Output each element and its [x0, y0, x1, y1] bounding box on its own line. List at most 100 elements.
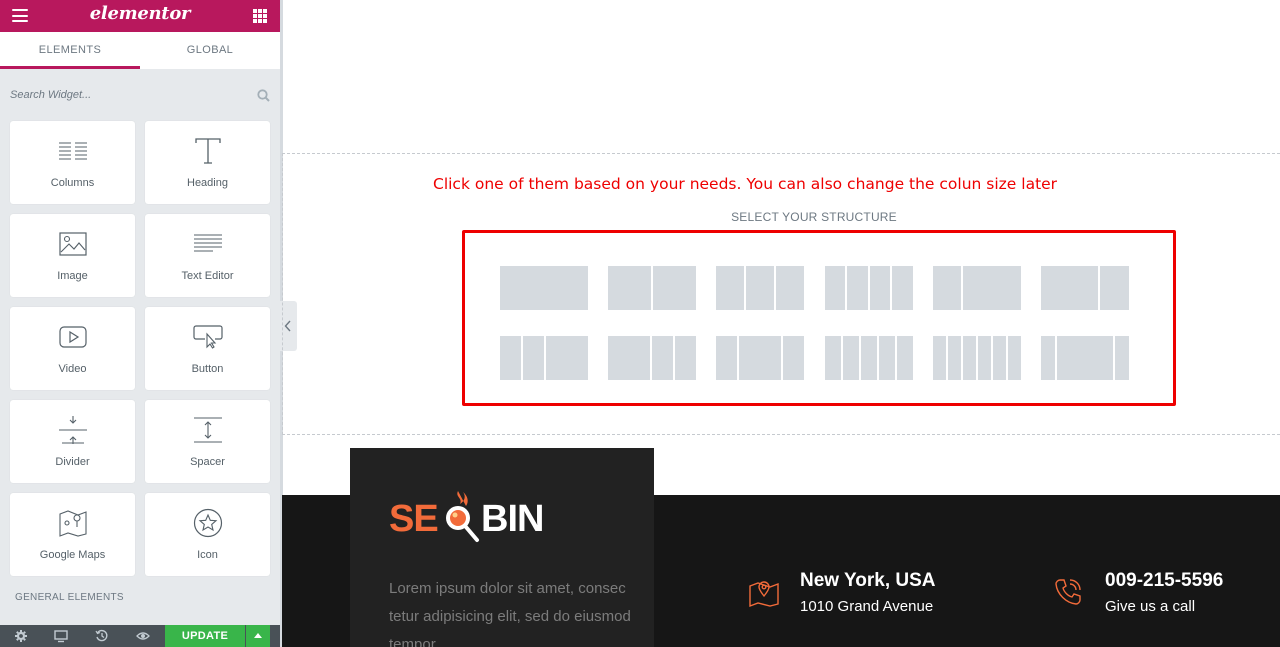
brand-suffix: BIN — [481, 498, 544, 540]
update-options-button[interactable] — [246, 625, 270, 647]
columns-icon — [58, 142, 87, 160]
phone-icon — [1055, 579, 1081, 605]
sidebar-tabs: ELEMENTS GLOBAL — [0, 32, 280, 69]
widget-spacer[interactable]: Spacer — [145, 400, 270, 483]
tab-global[interactable]: GLOBAL — [140, 32, 280, 69]
widget-label: Columns — [50, 177, 95, 189]
responsive-icon[interactable] — [54, 629, 68, 643]
preset-column — [824, 336, 841, 380]
preset-column — [1100, 266, 1129, 310]
widget-divider[interactable]: Divider — [10, 400, 135, 483]
preset-column — [546, 336, 588, 380]
structure-preset-three-columns-25-50-25[interactable] — [716, 336, 805, 380]
preset-column — [932, 336, 946, 380]
widget-grid: Columns Heading Image Text Editor Video … — [10, 121, 270, 576]
preset-column — [992, 336, 1006, 380]
widget-text-editor[interactable]: Text Editor — [145, 214, 270, 297]
widget-label: Heading — [187, 177, 228, 189]
preset-column — [500, 336, 521, 380]
widget-google-maps[interactable]: Google Maps — [10, 493, 135, 576]
preset-column — [963, 266, 1021, 310]
preset-column — [523, 336, 544, 380]
preset-column — [500, 266, 588, 310]
widget-label: Text Editor — [181, 270, 234, 282]
structure-preset-two-columns-66-33[interactable] — [1041, 266, 1129, 310]
preset-column — [716, 336, 738, 380]
preset-column — [746, 266, 775, 310]
divider-icon — [58, 416, 87, 444]
select-structure-title: SELECT YOUR STRUCTURE — [731, 210, 897, 224]
preset-column — [653, 266, 697, 310]
preset-column — [860, 336, 877, 380]
preset-column — [608, 266, 652, 310]
widget-video[interactable]: Video — [10, 307, 135, 390]
preset-column — [896, 336, 913, 380]
spacer-icon — [193, 417, 222, 443]
widget-heading[interactable]: Heading — [145, 121, 270, 204]
preset-column — [892, 266, 913, 310]
structure-preset-three-columns-50-25-25[interactable] — [608, 336, 697, 380]
widget-icon[interactable]: Icon — [145, 493, 270, 576]
general-elements-heading: GENERAL ELEMENTS — [15, 592, 124, 603]
structure-preset-five-columns[interactable] — [824, 336, 913, 380]
structure-preset-three-columns-16-66-16[interactable] — [1041, 336, 1129, 380]
structure-preset-six-columns[interactable] — [932, 336, 1021, 380]
contact-phone-subtitle: Give us a call — [1105, 598, 1196, 615]
structure-preset-two-columns-33-66[interactable] — [932, 266, 1021, 310]
sidebar-header: elementor — [0, 0, 280, 32]
widget-columns[interactable]: Columns — [10, 121, 135, 204]
button-icon — [192, 325, 223, 349]
star-icon — [193, 508, 222, 538]
widget-image[interactable]: Image — [10, 214, 135, 297]
preset-column — [1041, 266, 1099, 310]
widget-label: Divider — [55, 456, 90, 468]
seobin-logo: SE BIN — [389, 488, 564, 552]
structure-preset-three-columns[interactable] — [716, 266, 805, 310]
structure-preset-two-columns[interactable] — [608, 266, 697, 310]
preset-column — [878, 336, 895, 380]
brand-prefix: SE — [389, 498, 439, 540]
preset-column — [962, 336, 976, 380]
widget-button[interactable]: Button — [145, 307, 270, 390]
widget-label: Video — [58, 363, 87, 375]
structure-preset-four-columns[interactable] — [824, 266, 913, 310]
preset-column — [1041, 336, 1055, 380]
widget-label: Image — [57, 270, 88, 282]
widget-label: Google Maps — [39, 549, 106, 561]
contact-location-subtitle: 1010 Grand Avenue — [800, 598, 934, 615]
brand-description: Lorem ipsum dolor sit amet, consec tetur… — [389, 580, 631, 647]
preset-column — [947, 336, 961, 380]
update-button[interactable]: UPDATE — [165, 625, 245, 647]
video-icon — [58, 326, 87, 348]
preset-column — [1115, 336, 1129, 380]
preset-column — [1007, 336, 1021, 380]
widget-label: Button — [191, 363, 224, 375]
settings-icon[interactable] — [14, 629, 28, 643]
heading-icon — [194, 138, 221, 164]
structure-preset-one-column[interactable] — [500, 266, 588, 310]
preset-column — [1056, 336, 1114, 380]
preview-icon[interactable] — [136, 629, 150, 643]
preset-column — [932, 266, 962, 310]
instruction-annotation: Click one of them based on your needs. Y… — [433, 175, 1058, 193]
tab-elements[interactable]: ELEMENTS — [0, 32, 140, 69]
preset-column — [869, 266, 891, 310]
preset-column — [739, 336, 782, 380]
google-maps-icon — [58, 510, 87, 537]
preset-column — [675, 336, 697, 380]
apps-grid-icon[interactable] — [253, 9, 267, 23]
history-icon[interactable] — [95, 629, 109, 643]
image-icon — [58, 232, 87, 256]
preset-column — [776, 266, 805, 310]
preset-column — [847, 266, 868, 310]
structure-preset-three-columns-25-25-50[interactable] — [500, 336, 588, 380]
search-icon[interactable] — [257, 89, 270, 102]
elementor-logo: elementor — [89, 3, 191, 24]
preset-column — [977, 336, 991, 380]
contact-location-title: New York, USA — [800, 570, 936, 591]
search-widget-input[interactable] — [0, 80, 280, 110]
text-editor-icon — [193, 234, 222, 252]
preset-column — [842, 336, 859, 380]
preset-column — [652, 336, 674, 380]
preset-column — [608, 336, 651, 380]
